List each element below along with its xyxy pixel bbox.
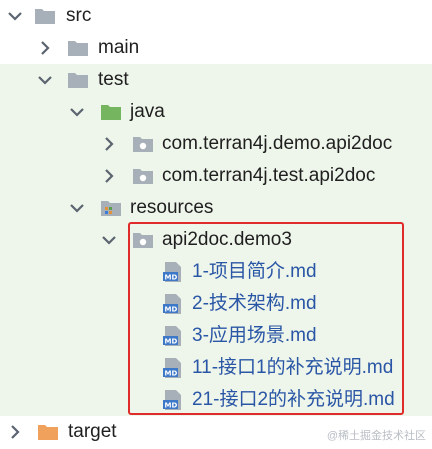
chevron-down-icon[interactable] [6, 7, 24, 25]
package-icon [133, 137, 153, 152]
test-source-folder-icon [101, 105, 121, 120]
resources-folder-icon [101, 201, 121, 216]
folder-icon [68, 73, 88, 88]
chevron-down-icon[interactable] [36, 71, 54, 89]
folder-icon [35, 9, 55, 24]
chevron-down-icon[interactable] [100, 231, 118, 249]
tree-label-java: java [130, 101, 165, 122]
tree-item-resources[interactable]: resources [0, 192, 432, 224]
tree-label-target: target [68, 421, 117, 442]
excluded-folder-icon [38, 425, 58, 440]
tree-label-test: test [98, 69, 129, 90]
tree-label-resources: resources [130, 197, 214, 218]
project-tree: src main test java com.terran4j.demo.api… [0, 0, 432, 449]
chevron-down-icon[interactable] [68, 199, 86, 217]
highlight-box [128, 222, 404, 415]
tree-item-test[interactable]: test [0, 64, 432, 96]
chevron-down-icon[interactable] [68, 103, 86, 121]
tree-item-src[interactable]: src [0, 0, 432, 32]
package-icon [133, 169, 153, 184]
watermark: @稀土掘金技术社区 [326, 430, 426, 442]
tree-label-package-demo: com.terran4j.demo.api2doc [162, 133, 393, 154]
tree-label-src: src [66, 5, 92, 26]
chevron-right-icon[interactable] [100, 167, 118, 185]
tree-item-java[interactable]: java [0, 96, 432, 128]
folder-icon [68, 41, 88, 56]
tree-item-package-test[interactable]: com.terran4j.test.api2doc [0, 160, 432, 192]
chevron-right-icon[interactable] [6, 423, 24, 441]
tree-label-package-test: com.terran4j.test.api2doc [162, 165, 376, 186]
tree-item-package-demo[interactable]: com.terran4j.demo.api2doc [0, 128, 432, 160]
tree-label-main: main [98, 37, 140, 58]
tree-item-main[interactable]: main [0, 32, 432, 64]
chevron-right-icon[interactable] [36, 39, 54, 57]
chevron-right-icon[interactable] [100, 135, 118, 153]
